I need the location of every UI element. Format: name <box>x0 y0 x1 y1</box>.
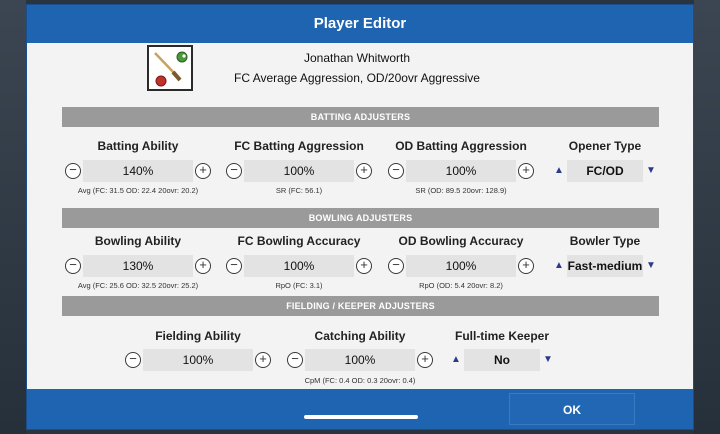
catching-ability-stepper: − 100% + <box>285 349 435 371</box>
fc-bowling-accuracy-value: 100% <box>244 255 354 277</box>
fielding-ability-label: Fielding Ability <box>155 329 241 343</box>
plus-icon[interactable]: + <box>255 352 271 368</box>
background-right <box>694 0 720 434</box>
arrow-up-icon[interactable]: ▲ <box>449 353 463 367</box>
background-left <box>0 0 26 434</box>
player-aggression-description: FC Average Aggression, OD/20ovr Aggressi… <box>234 71 480 85</box>
od-batting-aggression-stepper: − 100% + <box>386 160 536 182</box>
full-time-keeper-label: Full-time Keeper <box>454 329 550 343</box>
fc-bowling-accuracy-label: FC Bowling Accuracy <box>237 234 361 248</box>
opener-type-select[interactable]: ▲ FC/OD ▼ <box>551 160 659 182</box>
arrow-down-icon[interactable]: ▼ <box>644 259 658 273</box>
minus-icon[interactable]: − <box>226 163 242 179</box>
fc-batting-aggression-value: 100% <box>244 160 354 182</box>
minus-icon[interactable]: − <box>388 163 404 179</box>
od-bowling-accuracy-stat: RpO (OD: 5.4 20ovr: 8.2) <box>419 281 503 290</box>
minus-icon[interactable]: − <box>65 258 81 274</box>
arrow-up-icon[interactable]: ▲ <box>552 164 566 178</box>
fielding-ability-stepper: − 100% + <box>123 349 273 371</box>
od-batting-aggression-value: 100% <box>406 160 516 182</box>
fc-batting-aggression-stat: SR (FC: 56.1) <box>275 186 323 195</box>
plus-icon[interactable]: + <box>195 258 211 274</box>
bowling-ability-stepper: − 130% + <box>63 255 213 277</box>
fc-batting-aggression-label: FC Batting Aggression <box>234 139 364 153</box>
home-indicator[interactable] <box>304 415 418 419</box>
ok-button[interactable]: OK <box>509 393 635 425</box>
dialog-title: Player Editor <box>27 5 693 43</box>
fc-bowling-accuracy-stat: RpO (FC: 3.1) <box>275 281 323 290</box>
od-batting-aggression-label: OD Batting Aggression <box>395 139 527 153</box>
batting-adjusters-header: BATTING ADJUSTERS <box>62 107 659 127</box>
dialog-footer: OK <box>27 389 693 429</box>
plus-icon[interactable]: + <box>356 163 372 179</box>
player-editor-dialog: Player Editor Jonathan Whitworth FC Aver… <box>26 4 694 430</box>
bowler-type-value: Fast-medium <box>567 255 643 277</box>
catching-ability-value: 100% <box>305 349 415 371</box>
bowling-ability-stat: Avg (FC: 25.6 OD: 32.5 20ovr: 25.2) <box>77 281 199 290</box>
catching-ability-label: Catching Ability <box>314 329 406 343</box>
opener-type-label: Opener Type <box>568 139 642 153</box>
plus-icon[interactable]: + <box>417 352 433 368</box>
plus-icon[interactable]: + <box>518 258 534 274</box>
arrow-down-icon[interactable]: ▼ <box>541 353 555 367</box>
od-bowling-accuracy-stepper: − 100% + <box>386 255 536 277</box>
fielding-ability-value: 100% <box>143 349 253 371</box>
catching-ability-stat: CpM (FC: 0.4 OD: 0.3 20ovr: 0.4) <box>304 376 416 385</box>
minus-icon[interactable]: − <box>388 258 404 274</box>
player-name: Jonathan Whitworth <box>303 51 411 65</box>
plus-icon[interactable]: + <box>518 163 534 179</box>
od-bowling-accuracy-value: 100% <box>406 255 516 277</box>
full-time-keeper-select[interactable]: ▲ No ▼ <box>448 349 556 371</box>
fielding-keeper-adjusters-header: FIELDING / KEEPER ADJUSTERS <box>62 296 659 316</box>
opener-type-value: FC/OD <box>567 160 643 182</box>
minus-icon[interactable]: − <box>125 352 141 368</box>
bowling-adjusters-header: BOWLING ADJUSTERS <box>62 208 659 228</box>
bowler-type-label: Bowler Type <box>569 234 641 248</box>
batting-ability-stepper: − 140% + <box>63 160 213 182</box>
batting-ability-value: 140% <box>83 160 193 182</box>
batting-ability-label: Batting Ability <box>97 139 179 153</box>
bowling-ability-label: Bowling Ability <box>94 234 182 248</box>
minus-icon[interactable]: − <box>226 258 242 274</box>
arrow-down-icon[interactable]: ▼ <box>644 164 658 178</box>
bowler-type-select[interactable]: ▲ Fast-medium ▼ <box>551 255 659 277</box>
arrow-up-icon[interactable]: ▲ <box>552 259 566 273</box>
plus-icon[interactable]: + <box>195 163 211 179</box>
full-time-keeper-value: No <box>464 349 540 371</box>
od-batting-aggression-stat: SR (OD: 89.5 20ovr: 128.9) <box>415 186 507 195</box>
batting-ability-stat: Avg (FC: 31.5 OD: 22.4 20ovr: 20.2) <box>77 186 199 195</box>
minus-icon[interactable]: − <box>287 352 303 368</box>
od-bowling-accuracy-label: OD Bowling Accuracy <box>398 234 524 248</box>
minus-icon[interactable]: − <box>65 163 81 179</box>
fc-bowling-accuracy-stepper: − 100% + <box>224 255 374 277</box>
plus-icon[interactable]: + <box>356 258 372 274</box>
fc-batting-aggression-stepper: − 100% + <box>224 160 374 182</box>
bowling-ability-value: 130% <box>83 255 193 277</box>
